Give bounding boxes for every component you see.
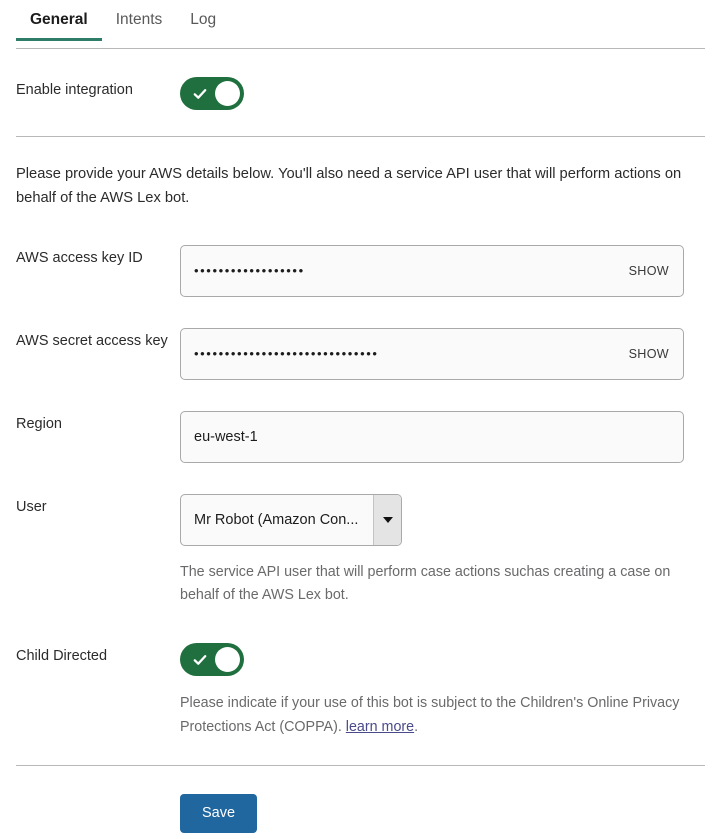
user-label: User [16, 498, 47, 515]
region-field: eu-west-1 [180, 410, 705, 463]
aws-access-key-value: •••••••••••••••••• [194, 263, 305, 279]
aws-access-key-input[interactable]: •••••••••••••••••• SHOW [180, 244, 684, 297]
save-field: Save [180, 793, 705, 833]
aws-access-key-field: •••••••••••••••••• SHOW [180, 244, 705, 297]
user-field: Mr Robot (Amazon Con... The service API … [180, 493, 705, 608]
child-directed-help-text: Please indicate if your use of this bot … [180, 692, 680, 739]
region-value: eu-west-1 [194, 428, 258, 445]
save-row: Save [16, 793, 705, 833]
aws-secret-key-value: •••••••••••••••••••••••••••••• [194, 346, 379, 362]
region-input[interactable]: eu-west-1 [180, 410, 684, 463]
checkmark-icon [193, 87, 207, 101]
enable-integration-row: Enable integration [16, 77, 705, 110]
child-directed-row: Child Directed Please indicate if your u… [16, 643, 705, 739]
settings-form: Enable integration Please provide your A… [0, 77, 721, 833]
aws-secret-key-show-button[interactable]: SHOW [623, 347, 683, 361]
aws-access-key-label: AWS access key ID [16, 249, 143, 266]
tab-intents-label: Intents [115, 11, 163, 28]
aws-secret-key-field: •••••••••••••••••••••••••••••• SHOW [180, 327, 705, 380]
tab-bar: General Intents Log [16, 0, 705, 49]
enable-integration-toggle[interactable] [180, 77, 244, 110]
toggle-knob [215, 647, 240, 673]
intro-paragraph: Please provide your AWS details below. Y… [16, 166, 682, 206]
child-directed-label: Child Directed [16, 648, 108, 665]
user-select-value: Mr Robot (Amazon Con... [194, 511, 359, 528]
aws-access-key-show-button[interactable]: SHOW [623, 264, 683, 278]
divider-bottom [16, 764, 705, 766]
save-button[interactable]: Save [180, 793, 258, 833]
chevron-down-icon [382, 516, 393, 523]
tab-log-label: Log [190, 11, 217, 28]
tab-general[interactable]: General [16, 0, 102, 41]
aws-access-key-row: AWS access key ID •••••••••••••••••• SHO… [16, 244, 705, 297]
save-row-spacer [16, 794, 180, 796]
child-directed-help-after: . [414, 718, 419, 735]
child-directed-help-before: Please indicate if your use of this bot … [180, 695, 680, 735]
aws-secret-key-row: AWS secret access key ••••••••••••••••••… [16, 327, 705, 380]
tab-intents[interactable]: Intents [102, 0, 177, 41]
aws-secret-key-input[interactable]: •••••••••••••••••••••••••••••• SHOW [180, 327, 684, 380]
region-label: Region [16, 415, 62, 432]
toggle-knob [215, 81, 240, 106]
checkmark-icon [193, 653, 207, 667]
region-row: Region eu-west-1 [16, 410, 705, 463]
tab-general-label: General [30, 11, 88, 28]
child-directed-toggle[interactable] [180, 643, 244, 677]
enable-integration-field [180, 77, 705, 110]
user-select[interactable]: Mr Robot (Amazon Con... [180, 493, 402, 546]
user-select-arrow[interactable] [373, 494, 401, 545]
divider-top [16, 136, 705, 137]
child-directed-field: Please indicate if your use of this bot … [180, 643, 705, 739]
aws-secret-key-label: AWS secret access key [16, 332, 168, 349]
user-row: User Mr Robot (Amazon Con... The service… [16, 493, 705, 608]
user-help-text: The service API user that will perform c… [180, 563, 671, 603]
coppa-learn-more-link[interactable]: learn more [346, 719, 414, 735]
enable-integration-label: Enable integration [16, 82, 133, 98]
tab-log[interactable]: Log [176, 0, 230, 41]
